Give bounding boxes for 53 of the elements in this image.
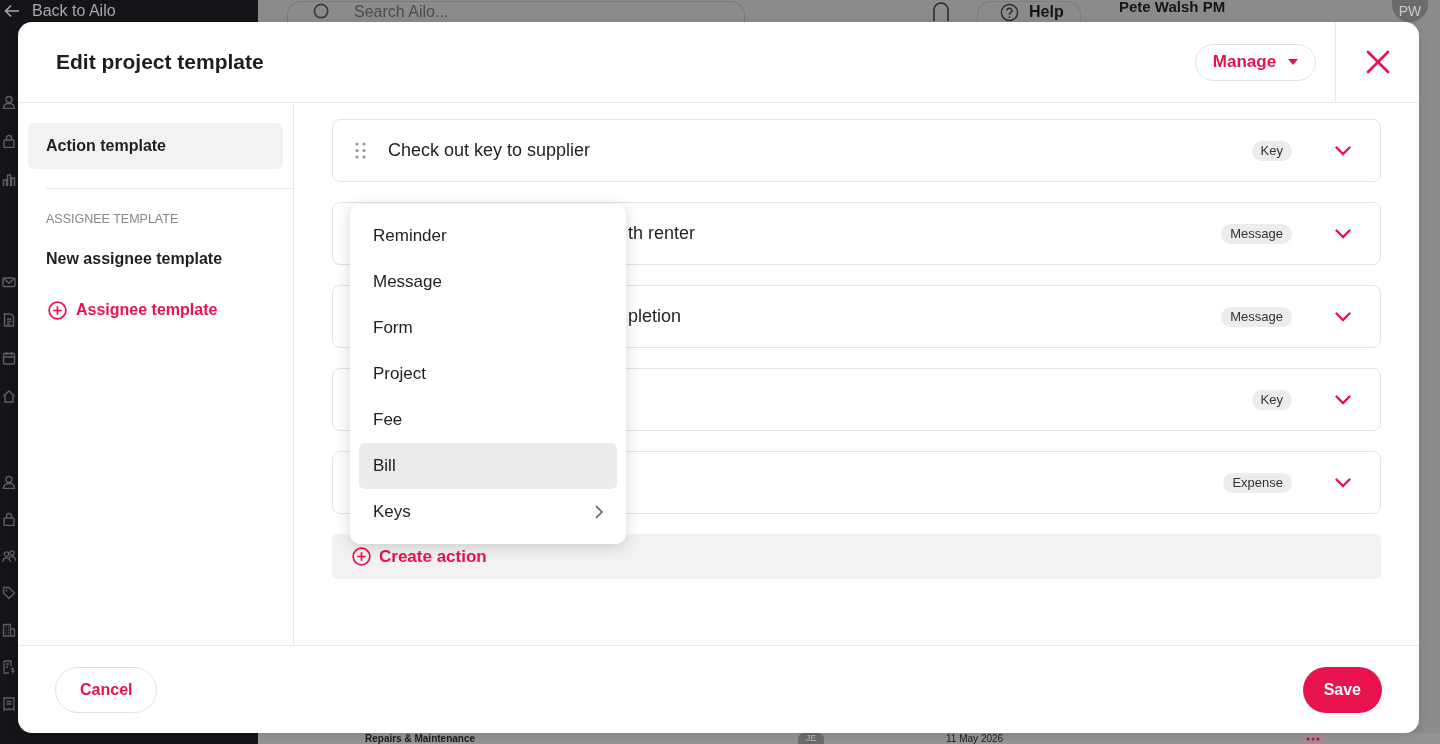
tag-icon[interactable] [2,586,16,600]
action-type-tag: Key [1251,389,1292,410]
section-heading: ASSIGNEE TEMPLATE [46,211,179,227]
bell-icon[interactable] [930,1,952,21]
close-button[interactable] [1365,50,1390,74]
more-icon[interactable] [1303,734,1324,744]
add-circle-icon [352,547,371,566]
cancel-button[interactable]: Cancel [55,666,158,713]
user-name: Pete Walsh PM [1119,0,1226,14]
project-title: Repairs & Maintenance [365,733,476,744]
menu-item[interactable]: Bill [359,443,617,489]
dialog-title: Edit project template [56,50,264,74]
create-action-button[interactable]: Create action [352,546,487,567]
document-dollar-icon[interactable] [2,660,16,674]
due-date: 11 May 2026 [946,733,1004,744]
document-icon[interactable] [2,313,16,327]
action-type-tag: Message [1221,306,1292,327]
chevron-down-icon[interactable] [1335,228,1351,239]
person-icon[interactable] [2,95,16,109]
chevron-down-icon[interactable] [1335,311,1351,322]
sidebar-item[interactable]: New assignee template [28,241,283,277]
bar-chart-icon[interactable] [2,173,16,187]
calendar-icon[interactable] [2,351,16,365]
question-icon [1000,2,1019,22]
assignee-avatar: JE [798,733,825,744]
sidebar-item[interactable]: Action template [28,123,283,169]
action-card[interactable]: Check out key to supplier Key [332,119,1381,182]
caret-icon [1288,59,1299,65]
action-type-tag: Expense [1223,472,1292,493]
building-icon[interactable] [2,623,16,637]
action-type-tag: Key [1251,140,1292,161]
chevron-down-icon[interactable] [1335,477,1351,488]
people-icon[interactable] [2,549,16,563]
chevron-down-icon[interactable] [1335,145,1351,156]
chevron-right-icon [595,505,603,519]
save-button[interactable]: Save [1302,666,1382,713]
action-title: th renter [628,223,696,244]
add-assignee-link[interactable]: Assignee template [76,301,218,319]
chevron-down-icon[interactable] [1335,394,1351,405]
lock-icon[interactable] [2,134,16,148]
back-arrow-icon[interactable] [4,4,20,18]
person-icon[interactable] [2,475,16,489]
receipt-icon[interactable] [2,697,16,711]
drag-handle-icon[interactable] [355,142,366,159]
manage-button[interactable]: Manage [1195,43,1316,81]
envelope-icon[interactable] [2,275,16,289]
lock-icon[interactable] [2,512,16,526]
action-title: pletion [628,306,682,327]
back-link[interactable]: Back to Ailo [32,2,116,20]
house-icon[interactable] [2,389,16,403]
add-circle-icon [48,300,67,320]
action-title: Check out key to supplier [388,140,591,161]
action-type-tag: Message [1221,223,1292,244]
